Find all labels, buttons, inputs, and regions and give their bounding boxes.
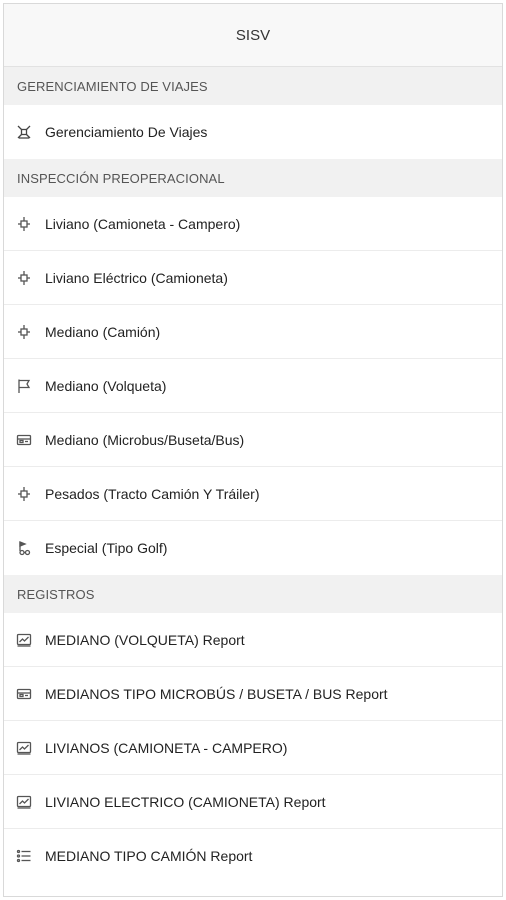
section-title: GERENCIAMIENTO DE VIAJES	[17, 78, 208, 94]
menu-item-report-liviano-electrico[interactable]: LIVIANO ELECTRICO (CAMIONETA) Report	[4, 775, 502, 829]
menu-item-liviano-electrico[interactable]: Liviano Eléctrico (Camioneta)	[4, 251, 502, 305]
menu-item-label: Mediano (Camión)	[45, 323, 161, 340]
menu-item-label: Especial (Tipo Golf)	[45, 540, 168, 556]
report-icon	[15, 793, 33, 811]
menu-item-report-mediano-camion[interactable]: MEDIANO TIPO CAMIÓN Report	[4, 829, 502, 883]
menu-item-mediano-microbus[interactable]: Mediano (Microbus/Buseta/Bus)	[4, 413, 502, 467]
menu-item-mediano-camion[interactable]: Mediano (Camión)	[4, 305, 502, 359]
section-header-inspeccion: INSPECCIÓN PREOPERACIONAL	[4, 159, 502, 197]
section-title: REGISTROS	[17, 586, 95, 602]
section-title: INSPECCIÓN PREOPERACIONAL	[17, 170, 225, 186]
gear-plus-icon	[15, 215, 33, 233]
menu-item-especial-golf[interactable]: Especial (Tipo Golf)	[4, 521, 502, 575]
app-frame: SISV GERENCIAMIENTO DE VIAJES Gerenciami…	[3, 3, 503, 897]
flag-icon	[15, 377, 33, 395]
section-header-gerenciamiento: GERENCIAMIENTO DE VIAJES	[4, 67, 502, 105]
menu-item-label: MEDIANOS TIPO MICROBÚS / BUSETA / BUS Re…	[45, 685, 388, 702]
section-header-registros: REGISTROS	[4, 575, 502, 613]
menu-item-liviano-camioneta-campero[interactable]: Liviano (Camioneta - Campero)	[4, 197, 502, 251]
menu-item-label: Gerenciamiento De Viajes	[45, 124, 208, 140]
menu-item-label: Liviano Eléctrico (Camioneta)	[45, 269, 228, 286]
menu-item-report-microbus[interactable]: MEDIANOS TIPO MICROBÚS / BUSETA / BUS Re…	[4, 667, 502, 721]
menu-item-gerenciamiento-de-viajes[interactable]: Gerenciamiento De Viajes	[4, 105, 502, 159]
menu-item-label: Mediano (Volqueta)	[45, 377, 167, 394]
menu-item-label: LIVIANOS (CAMIONETA - CAMPERO)	[45, 739, 288, 756]
app-title: SISV	[235, 26, 271, 44]
menu-item-label: Mediano (Microbus/Buseta/Bus)	[45, 431, 245, 448]
menu-item-report-volqueta[interactable]: MEDIANO (VOLQUETA) Report	[4, 613, 502, 667]
gear-plus-icon	[15, 323, 33, 341]
menu-item-label: Pesados (Tracto Camión Y Tráiler)	[45, 485, 260, 502]
bus-icon	[15, 431, 33, 449]
list-icon	[15, 847, 33, 865]
app-header: SISV	[4, 4, 502, 67]
cross-tools-icon	[15, 123, 33, 141]
menu-item-label: MEDIANO (VOLQUETA) Report	[45, 631, 245, 648]
menu-item-pesados-tracto[interactable]: Pesados (Tracto Camión Y Tráiler)	[4, 467, 502, 521]
menu-item-label: LIVIANO ELECTRICO (CAMIONETA) Report	[45, 793, 326, 810]
menu-item-mediano-volqueta[interactable]: Mediano (Volqueta)	[4, 359, 502, 413]
gear-plus-icon	[15, 485, 33, 503]
golf-icon	[15, 539, 33, 557]
report-icon	[15, 739, 33, 757]
gear-plus-icon	[15, 269, 33, 287]
menu-item-report-livianos[interactable]: LIVIANOS (CAMIONETA - CAMPERO)	[4, 721, 502, 775]
report-icon	[15, 631, 33, 649]
menu-item-label: Liviano (Camioneta - Campero)	[45, 215, 241, 232]
bus-icon	[15, 685, 33, 703]
menu-item-label: MEDIANO TIPO CAMIÓN Report	[45, 848, 253, 864]
